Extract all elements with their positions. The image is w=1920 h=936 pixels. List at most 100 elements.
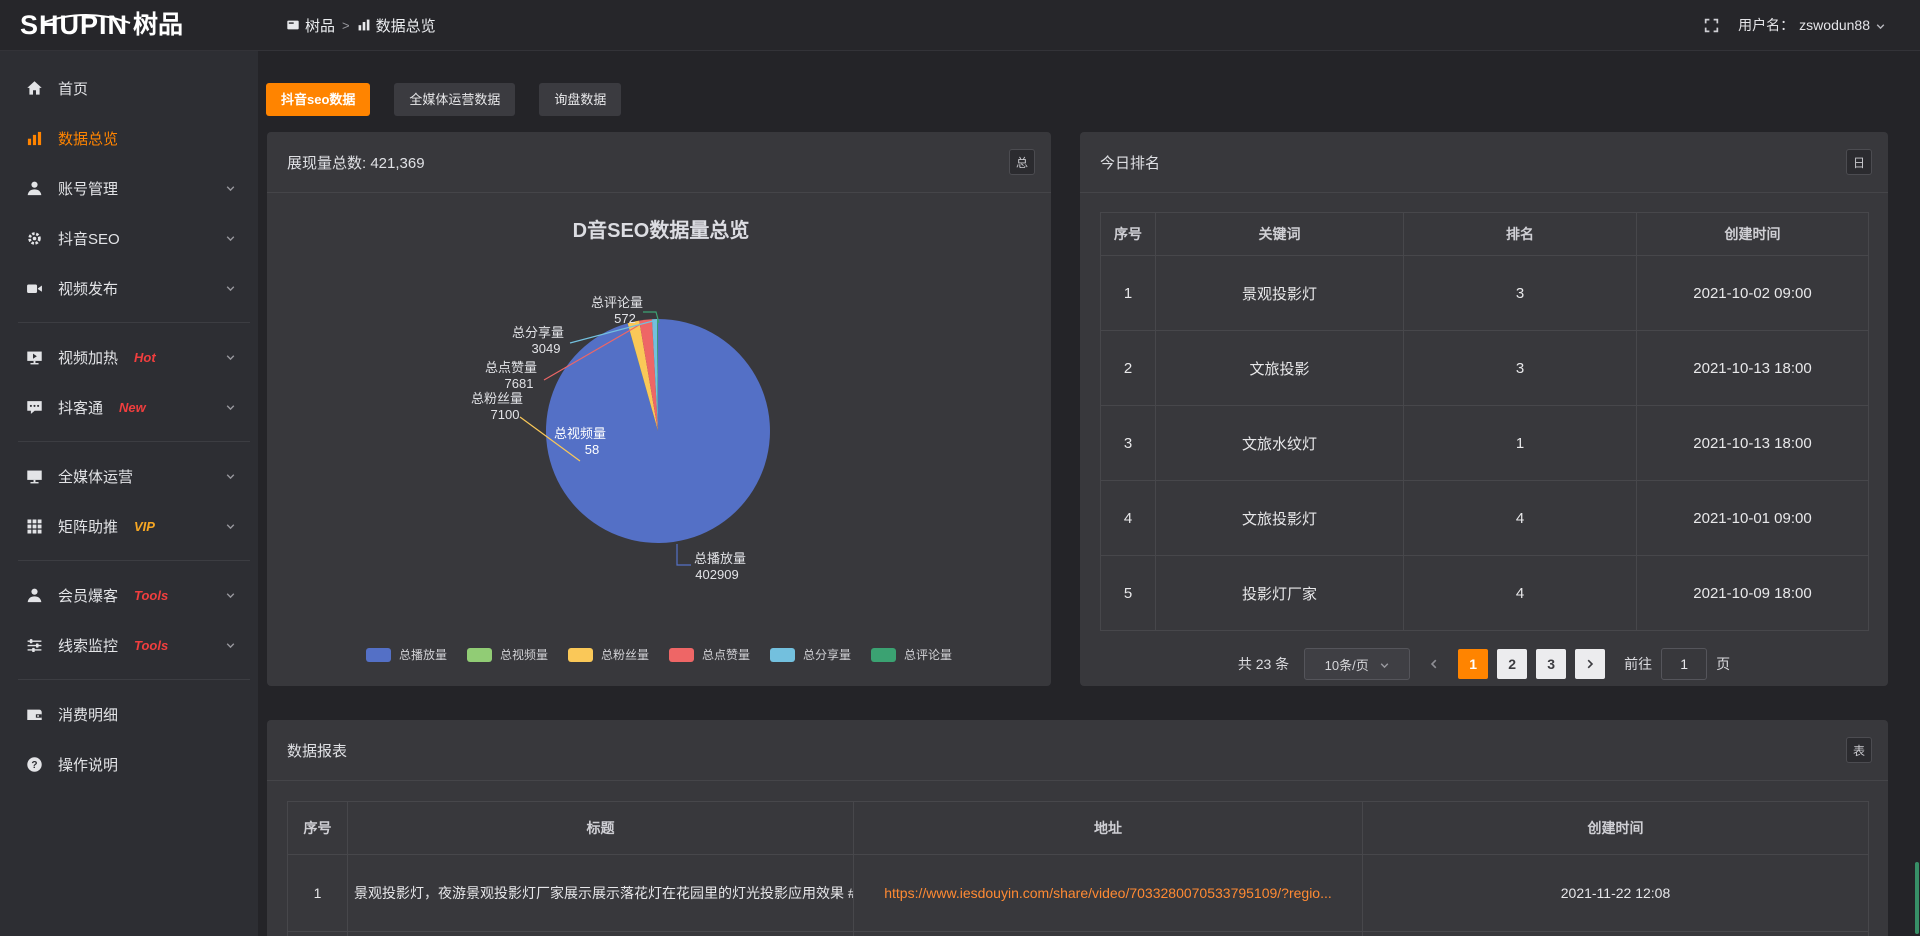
legend-item-总视频量[interactable]: 总视频量 [467, 646, 548, 663]
legend-item-总点赞量[interactable]: 总点赞量 [669, 646, 750, 663]
chevron-down-icon [225, 471, 236, 482]
logo-arc [40, 13, 132, 25]
chevron-down-icon [225, 640, 236, 651]
chevron-down-icon [225, 233, 236, 244]
sidebar-item-全媒体运营[interactable]: 全媒体运营 [0, 451, 258, 501]
table-cell [348, 932, 854, 936]
column-header: 创建时间 [1363, 802, 1869, 855]
sidebar-item-label: 会员爆客 [58, 585, 118, 606]
pie-label-value: 572 [614, 311, 636, 326]
sidebar: 首页数据总览账号管理抖音SEO视频发布视频加热Hot抖客通New 全媒体运营矩阵助… [0, 50, 258, 936]
pie-label-name: 总播放量 [694, 551, 746, 566]
prev-page-button[interactable] [1419, 649, 1449, 679]
sidebar-item-tag: VIP [134, 519, 155, 534]
video-title-cell: 景观投影灯，夜游景观投影灯厂家展示展示落花灯在花园里的灯光投影应用效果 # [348, 855, 854, 932]
legend-item-总粉丝量[interactable]: 总粉丝量 [568, 646, 649, 663]
pie-label-value: 3049 [532, 341, 561, 356]
legend-item-总播放量[interactable]: 总播放量 [366, 646, 447, 663]
video-camera-icon [26, 280, 43, 297]
sidebar-item-label: 操作说明 [58, 754, 118, 775]
dashboard-app: SHUPIN 树品 树品>数据总览 用户名：zswodun88 首页数据总览账号… [0, 0, 1920, 936]
page-size-label: 10条/页 [1325, 655, 1369, 674]
table-cell: 1 [1101, 256, 1156, 331]
table-cell: 4 [1404, 556, 1637, 631]
sidebar-item-label: 消费明细 [58, 704, 118, 725]
table-cell [854, 932, 1363, 936]
goto-label: 前往 [1624, 654, 1652, 674]
sidebar-item-数据总览[interactable]: 数据总览 [0, 113, 258, 163]
tab-询盘数据[interactable]: 询盘数据 [539, 83, 621, 116]
legend-swatch [568, 648, 593, 662]
fullscreen-icon[interactable] [1703, 17, 1720, 34]
next-page-button[interactable] [1575, 649, 1605, 679]
chevron-left-icon [1428, 658, 1440, 670]
overview-panel-header: 展现量总数: 421,369 总 [267, 132, 1051, 193]
username: zswodun88 [1799, 17, 1870, 33]
app-window-icon [286, 18, 300, 32]
sliders-icon [26, 637, 43, 654]
scrollbar-thumb[interactable] [1915, 862, 1919, 934]
sidebar-item-消费明细[interactable]: 消费明细 [0, 689, 258, 739]
sidebar-item-首页[interactable]: 首页 [0, 63, 258, 113]
sidebar-item-label: 抖客通 [58, 397, 103, 418]
chart-legend: 总播放量 总视频量 总粉丝量 总点赞量 总分享量 总评论量 [267, 646, 1051, 663]
goto-page-input[interactable] [1661, 648, 1707, 680]
table-header-row: 序号标题地址创建时间 [288, 802, 1869, 855]
page-button-2[interactable]: 2 [1497, 649, 1527, 679]
question-icon: ? [26, 756, 43, 773]
legend-swatch [871, 648, 896, 662]
video-link[interactable]: https://www.iesdouyin.com/share/video/70… [884, 885, 1332, 901]
grid-icon [26, 518, 43, 535]
wallet-icon [26, 706, 43, 723]
total-badge-button[interactable]: 总 [1009, 149, 1035, 175]
overview-panel: 展现量总数: 421,369 总 D音SEO数据量总览总播放量402909总视频… [267, 132, 1051, 686]
sidebar-item-视频加热[interactable]: 视频加热Hot [0, 332, 258, 382]
sidebar-item-视频发布[interactable]: 视频发布 [0, 263, 258, 313]
video-url-cell: https://www.iesdouyin.com/share/video/70… [854, 855, 1363, 932]
table-cell: 1 [1404, 406, 1637, 481]
sidebar-item-会员爆客[interactable]: 会员爆客Tools [0, 570, 258, 620]
day-badge-button[interactable]: 日 [1846, 149, 1872, 175]
sidebar-item-矩阵助推[interactable]: 矩阵助推VIP [0, 501, 258, 551]
sidebar-item-操作说明[interactable]: ? 操作说明 [0, 739, 258, 789]
tab-全媒体运营数据[interactable]: 全媒体运营数据 [394, 83, 515, 116]
sidebar-item-抖音SEO[interactable]: 抖音SEO [0, 213, 258, 263]
table-cell: 3 [1404, 256, 1637, 331]
sidebar-divider [18, 441, 250, 442]
username-label: 用户名： [1738, 15, 1794, 35]
pie-label-value: 7681 [505, 376, 534, 391]
table-cell: 5 [1101, 556, 1156, 631]
table-row: 1景观投影灯32021-10-02 09:00 [1101, 256, 1869, 331]
report-table: 序号标题地址创建时间1景观投影灯，夜游景观投影灯厂家展示展示落花灯在花园里的灯光… [287, 801, 1869, 936]
chevron-down-icon [225, 590, 236, 601]
table-badge-button[interactable]: 表 [1846, 737, 1872, 763]
breadcrumb-item[interactable]: 数据总览 [357, 15, 436, 36]
sidebar-divider [18, 560, 250, 561]
label-line-总播放量 [677, 544, 691, 565]
sidebar-item-抖客通[interactable]: 抖客通New [0, 382, 258, 432]
legend-item-总评论量[interactable]: 总评论量 [871, 646, 952, 663]
user-menu[interactable]: 用户名： zswodun88 [1738, 15, 1886, 35]
page-button-3[interactable]: 3 [1536, 649, 1566, 679]
pie-label-name: 总评论量 [591, 295, 643, 310]
sidebar-item-线索监控[interactable]: 线索监控Tools [0, 620, 258, 670]
ranking-panel: 今日排名 日 序号关键词排名创建时间1景观投影灯32021-10-02 09:0… [1080, 132, 1888, 686]
table-cell: 3 [1404, 331, 1637, 406]
ranking-panel-title: 今日排名 [1100, 152, 1160, 173]
pie-label-name: 总点赞量 [485, 360, 537, 375]
table-header-row: 序号关键词排名创建时间 [1101, 213, 1869, 256]
legend-label: 总粉丝量 [601, 646, 649, 663]
table-cell: 文旅水纹灯 [1156, 406, 1404, 481]
tab-抖音seo数据[interactable]: 抖音seo数据 [266, 83, 370, 116]
svg-text:?: ? [31, 760, 37, 771]
legend-item-总分享量[interactable]: 总分享量 [770, 646, 851, 663]
sidebar-item-label: 账号管理 [58, 178, 118, 199]
gear-icon [26, 230, 43, 247]
page-size-select[interactable]: 10条/页 [1304, 648, 1410, 680]
page-button-1[interactable]: 1 [1458, 649, 1488, 679]
breadcrumb-item[interactable]: 树品 [286, 15, 335, 36]
ranking-panel-header: 今日排名 日 [1080, 132, 1888, 193]
legend-swatch [669, 648, 694, 662]
column-header: 排名 [1404, 213, 1637, 256]
sidebar-item-账号管理[interactable]: 账号管理 [0, 163, 258, 213]
